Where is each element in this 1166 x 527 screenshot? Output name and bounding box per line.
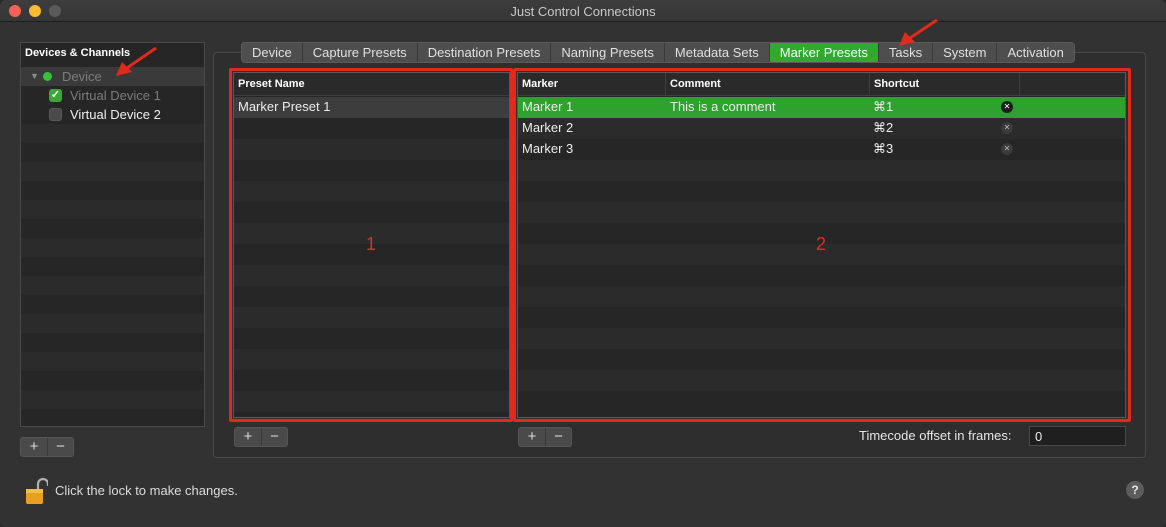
window-title: Just Control Connections [510, 4, 656, 19]
timecode-offset-input[interactable] [1029, 426, 1126, 446]
tab-naming-presets[interactable]: Naming Presets [550, 43, 664, 62]
channel-2-label: Virtual Device 2 [70, 107, 161, 122]
app-window: Just Control Connections Devices & Chann… [0, 0, 1166, 527]
tab-system[interactable]: System [932, 43, 997, 62]
tab-destination-presets[interactable]: Destination Presets [416, 43, 551, 62]
timecode-offset-label: Timecode offset in frames: [859, 428, 1012, 443]
device-label: Device [62, 69, 102, 84]
tab-device[interactable]: Device [242, 43, 302, 62]
remove-device-button[interactable]: − [47, 438, 73, 456]
empty-row [21, 124, 204, 143]
title-bar: Just Control Connections [0, 0, 1166, 22]
channel-row-2[interactable]: Virtual Device 2 [21, 105, 204, 124]
empty-row [21, 238, 204, 257]
empty-row [21, 276, 204, 295]
add-preset-button[interactable]: + [235, 428, 261, 446]
status-dot-icon [43, 72, 52, 81]
disclosure-triangle-icon[interactable]: ▼ [30, 71, 39, 81]
channel-2-checkbox[interactable] [49, 108, 62, 121]
empty-row [21, 352, 204, 371]
annotation-arrow-tab [899, 18, 938, 46]
tab-marker-presets[interactable]: Marker Presets [768, 43, 878, 62]
presets-add-remove: + − [234, 427, 288, 447]
empty-row [21, 314, 204, 333]
channel-1-checkbox[interactable]: ✓ [49, 89, 62, 102]
empty-row [21, 390, 204, 409]
empty-row [21, 162, 204, 181]
add-marker-button[interactable]: + [519, 428, 545, 446]
tab-bar: Device Capture Presets Destination Prese… [241, 42, 1075, 63]
remove-marker-button[interactable]: − [545, 428, 571, 446]
channel-1-label: Virtual Device 1 [70, 88, 161, 103]
tab-activation[interactable]: Activation [996, 43, 1074, 62]
channel-row-1[interactable]: ✓ Virtual Device 1 [21, 86, 204, 105]
annotation-label-1: 1 [366, 234, 377, 254]
markers-add-remove: + − [518, 427, 572, 447]
lock-message: Click the lock to make changes. [55, 483, 238, 498]
lock-icon[interactable] [24, 476, 48, 506]
devices-channels-list: Devices & Channels ▼ Device ✓ Virtual De… [20, 42, 205, 427]
annotation-arrow-device [116, 46, 157, 76]
tab-metadata-sets[interactable]: Metadata Sets [663, 43, 769, 62]
sidebar-add-remove: + − [20, 437, 74, 457]
tab-capture-presets[interactable]: Capture Presets [301, 43, 417, 62]
empty-row [21, 200, 204, 219]
help-button[interactable]: ? [1126, 481, 1144, 499]
remove-preset-button[interactable]: − [261, 428, 287, 446]
add-device-button[interactable]: + [21, 438, 47, 456]
annotation-label-2: 2 [816, 234, 827, 254]
